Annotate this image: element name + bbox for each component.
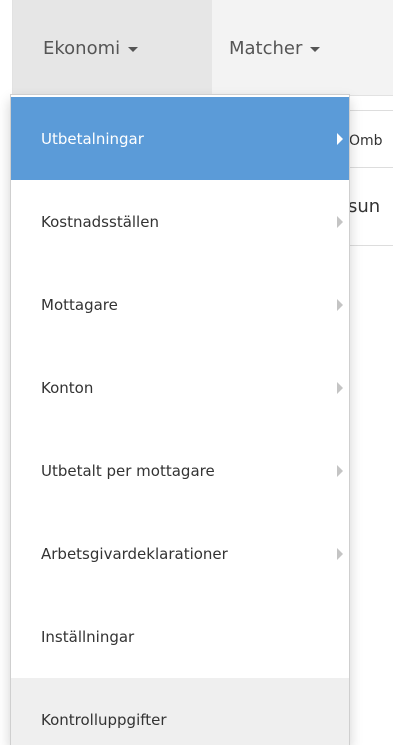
- background-tab-label: Omb: [349, 133, 383, 149]
- caret-down-icon: [128, 46, 139, 52]
- menu-item-mottagare[interactable]: Mottagare: [11, 263, 349, 346]
- top-navbar: Ekonomi Matcher: [12, 0, 393, 96]
- menu-item-arbetsgivardeklarationer[interactable]: Arbetsgivardeklarationer: [11, 512, 349, 595]
- submenu-arrow-icon: [337, 547, 343, 560]
- menu-item-label: Inställningar: [41, 627, 135, 646]
- menu-item-installningar[interactable]: Inställningar: [11, 595, 349, 678]
- submenu-arrow-icon: [337, 215, 343, 228]
- submenu-arrow-icon: [337, 464, 343, 477]
- menu-item-utbetalt-per-mottagare[interactable]: Utbetalt per mottagare: [11, 429, 349, 512]
- submenu-arrow-icon: [337, 381, 343, 394]
- menu-item-label: Mottagare: [41, 295, 118, 314]
- nav-ekonomi-dropdown[interactable]: Ekonomi: [13, 0, 212, 96]
- menu-item-label: Utbetalt per mottagare: [41, 461, 215, 480]
- submenu-arrow-icon: [337, 132, 343, 145]
- caret-down-icon: [310, 46, 321, 52]
- menu-item-konton[interactable]: Konton: [11, 346, 349, 429]
- nav-ekonomi-label: Ekonomi: [43, 37, 121, 59]
- nav-matcher-label: Matcher: [229, 37, 303, 59]
- app-screen: Ekonomi Matcher Omb sun Utbetalningar Ko…: [0, 0, 393, 745]
- background-text-label: sun: [348, 196, 381, 217]
- menu-item-kontrolluppgifter[interactable]: Kontrolluppgifter: [11, 678, 349, 745]
- menu-item-label: Kontrolluppgifter: [41, 710, 167, 729]
- menu-item-kostnadsstallen[interactable]: Kostnadsställen: [11, 180, 349, 263]
- menu-item-label: Utbetalningar: [41, 129, 144, 148]
- menu-item-label: Konton: [41, 378, 94, 397]
- menu-item-utbetalningar[interactable]: Utbetalningar: [11, 97, 349, 180]
- submenu-arrow-icon: [337, 298, 343, 311]
- menu-item-label: Kostnadsställen: [41, 212, 159, 231]
- menu-item-label: Arbetsgivardeklarationer: [41, 544, 228, 563]
- ekonomi-dropdown-menu: Utbetalningar Kostnadsställen Mottagare …: [10, 94, 350, 745]
- nav-matcher-dropdown[interactable]: Matcher: [229, 0, 321, 96]
